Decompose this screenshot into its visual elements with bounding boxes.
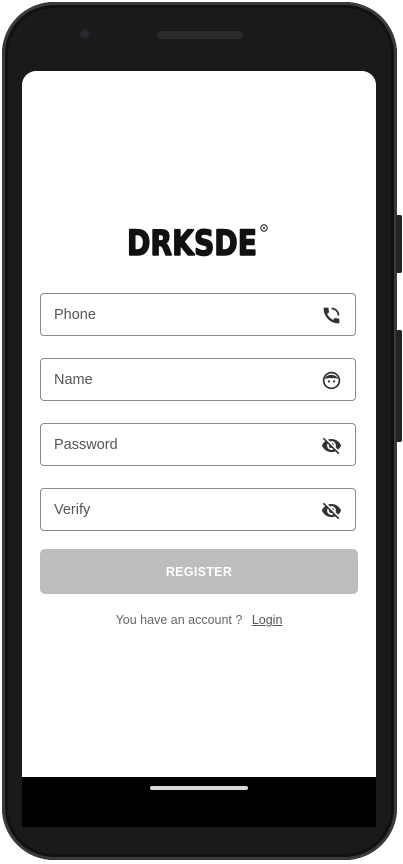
power-button	[396, 215, 402, 273]
app-screen: DRKSDE Phone Name REGISTER You have an a…	[22, 71, 376, 777]
verify-input[interactable]	[41, 488, 316, 531]
name-input[interactable]	[41, 358, 316, 401]
home-indicator[interactable]	[150, 786, 248, 790]
logo-text: DRKSDE	[127, 224, 257, 263]
login-prompt: You have an account ? Login	[22, 613, 376, 627]
visibility-off-icon[interactable]	[321, 500, 342, 521]
phone-frame: DRKSDE Phone Name REGISTER You have an a…	[0, 0, 403, 864]
face-icon	[322, 371, 341, 390]
phone-input[interactable]	[41, 293, 316, 336]
phone-icon	[323, 307, 340, 324]
registered-mark-icon	[260, 224, 268, 232]
earpiece-speaker	[157, 31, 243, 39]
login-link[interactable]: Login	[252, 613, 283, 627]
account-prompt-text: You have an account ?	[115, 613, 243, 627]
phone-field[interactable]	[40, 293, 356, 336]
password-field[interactable]	[40, 423, 356, 466]
visibility-off-icon[interactable]	[321, 435, 342, 456]
daksde-logo: DRKSDE	[126, 223, 268, 263]
verify-field[interactable]	[40, 488, 356, 531]
navigation-bar	[22, 777, 376, 827]
volume-button	[396, 330, 402, 442]
password-input[interactable]	[41, 423, 316, 466]
name-field[interactable]	[40, 358, 356, 401]
front-camera	[79, 28, 91, 40]
register-button[interactable]: REGISTER	[40, 549, 358, 594]
